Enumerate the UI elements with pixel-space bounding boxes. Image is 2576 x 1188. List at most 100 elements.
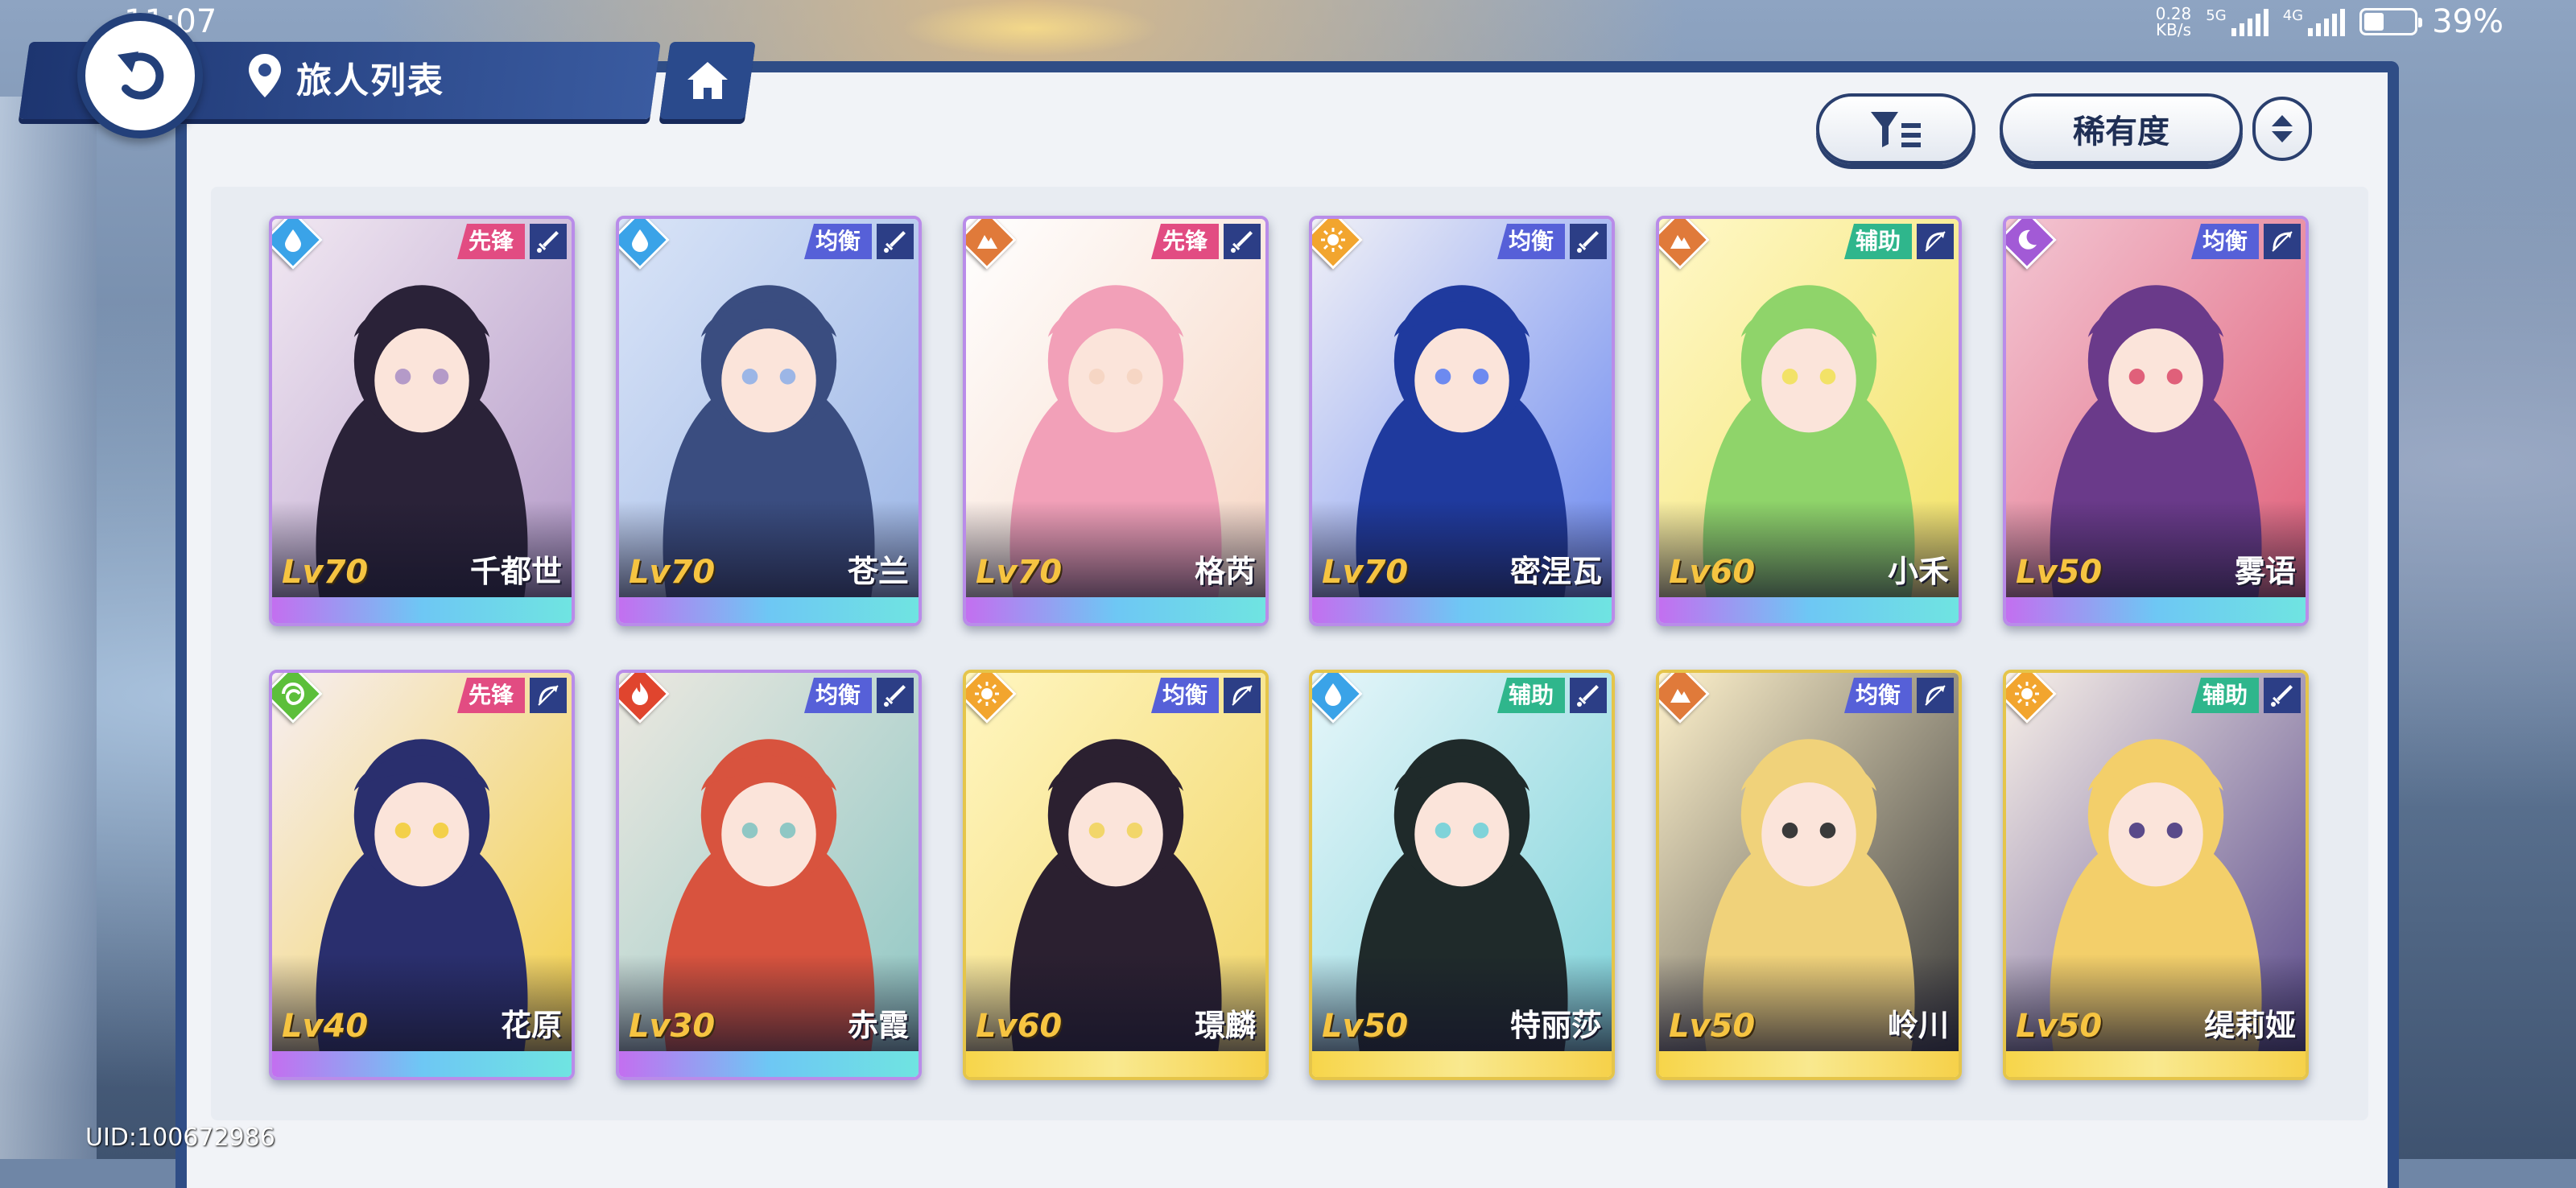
net-speed-value: 0.28 — [2155, 4, 2192, 23]
character-name: 苍兰 — [847, 554, 909, 589]
bow-icon — [2264, 224, 2301, 259]
character-card[interactable]: Lv40 花原 先锋 — [269, 670, 575, 1080]
sword-icon — [877, 224, 914, 259]
character-card[interactable]: Lv70 苍兰 均衡 — [616, 216, 922, 626]
sort-descending-icon — [2272, 131, 2293, 142]
bow-icon — [1224, 678, 1261, 713]
signal-4g-icon: 4G — [2282, 7, 2346, 36]
rarity-bar — [1659, 597, 1959, 623]
character-level: Lv70 — [976, 554, 1063, 591]
role-badge: 辅助 — [1496, 678, 1565, 713]
element-light-icon — [2006, 673, 2057, 724]
character-name: 密涅瓦 — [1509, 554, 1602, 589]
rarity-bar — [1312, 597, 1612, 623]
element-earth-icon — [1659, 673, 1710, 724]
character-level: Lv40 — [282, 1008, 369, 1045]
sword-icon — [1570, 678, 1607, 713]
character-name: 花原 — [500, 1008, 562, 1043]
element-earth-icon — [966, 219, 1017, 270]
page-title: 旅人列表 — [296, 60, 444, 101]
character-name: 缇莉娅 — [2203, 1008, 2296, 1043]
rarity-bar — [619, 1051, 919, 1077]
character-name: 小禾 — [1887, 554, 1949, 589]
role-badge: 均衡 — [803, 678, 872, 713]
rarity-bar — [272, 597, 572, 623]
home-icon — [687, 62, 728, 99]
page-title-group: 旅人列表 — [246, 52, 444, 103]
rarity-bar — [619, 597, 919, 623]
sort-ascending-icon — [2272, 115, 2293, 126]
element-wind-icon — [272, 673, 323, 724]
status-bar-right: 0.28 KB/s 5G 4G 39% — [2156, 3, 2504, 40]
rarity-bar — [2006, 1051, 2306, 1077]
character-level: Lv70 — [1322, 554, 1409, 591]
battery-level: 39% — [2432, 3, 2504, 40]
character-level: Lv60 — [976, 1008, 1063, 1045]
character-card[interactable]: Lv70 千都世 先锋 — [269, 216, 575, 626]
network-label-1: 5G — [2206, 7, 2227, 24]
character-card[interactable]: Lv30 赤霞 均衡 — [616, 670, 922, 1080]
role-badge: 先锋 — [1150, 224, 1219, 259]
home-button[interactable] — [659, 42, 756, 119]
sort-by-rarity-button[interactable]: 稀有度 — [2000, 93, 2243, 164]
character-level: Lv30 — [629, 1008, 716, 1045]
character-name: 格芮 — [1194, 554, 1256, 589]
sword-icon — [1570, 224, 1607, 259]
character-level: Lv50 — [1322, 1008, 1409, 1045]
character-level: Lv70 — [629, 554, 716, 591]
rarity-bar — [966, 597, 1265, 623]
role-badge: 均衡 — [2190, 224, 2259, 259]
back-arrow-icon — [118, 52, 164, 100]
role-badge: 均衡 — [1496, 224, 1565, 259]
bow-icon — [1917, 678, 1954, 713]
bow-icon — [1917, 224, 1954, 259]
rarity-bar — [966, 1051, 1265, 1077]
role-badge: 先锋 — [456, 678, 525, 713]
sword-icon — [530, 224, 567, 259]
character-level: Lv50 — [1669, 1008, 1756, 1045]
sword-icon — [2264, 678, 2301, 713]
character-card[interactable]: Lv50 缇莉娅 辅助 — [2003, 670, 2309, 1080]
rarity-bar — [2006, 597, 2306, 623]
element-light-icon — [1312, 219, 1363, 270]
character-card[interactable]: Lv70 格芮 先锋 — [963, 216, 1269, 626]
bow-icon — [530, 678, 567, 713]
character-card[interactable]: Lv50 特丽莎 辅助 — [1309, 670, 1615, 1080]
background-pillar — [0, 97, 97, 1159]
role-badge: 辅助 — [2190, 678, 2259, 713]
signal-5g-icon: 5G — [2206, 7, 2268, 36]
rarity-bar — [1312, 1051, 1612, 1077]
element-light-icon — [966, 673, 1017, 724]
character-card[interactable]: Lv60 璟麟 均衡 — [963, 670, 1269, 1080]
character-name: 璟麟 — [1194, 1008, 1256, 1043]
back-button[interactable] — [77, 13, 203, 138]
map-pin-icon — [246, 52, 283, 102]
network-label-2: 4G — [2282, 7, 2304, 24]
character-name: 赤霞 — [847, 1008, 909, 1043]
sword-icon — [1224, 224, 1261, 259]
battery-icon — [2359, 8, 2423, 35]
filter-icon — [1871, 112, 1921, 147]
sort-order-button[interactable] — [2252, 97, 2312, 161]
character-name: 雾语 — [2234, 554, 2296, 589]
character-card[interactable]: Lv50 岭川 均衡 — [1656, 670, 1962, 1080]
character-level: Lv50 — [2016, 1008, 2103, 1045]
element-earth-icon — [1659, 219, 1710, 270]
role-badge: 辅助 — [1843, 224, 1912, 259]
character-name: 特丽莎 — [1509, 1008, 1602, 1043]
character-card[interactable]: Lv70 密涅瓦 均衡 — [1309, 216, 1615, 626]
character-level: Lv60 — [1669, 554, 1756, 591]
character-card[interactable]: Lv60 小禾 辅助 — [1656, 216, 1962, 626]
element-water-icon — [272, 219, 323, 270]
net-speed-unit: KB/s — [2156, 20, 2192, 39]
element-dark-icon — [2006, 219, 2057, 270]
character-level: Lv50 — [2016, 554, 2103, 591]
filter-button[interactable] — [1816, 93, 1975, 164]
role-badge: 均衡 — [1150, 678, 1219, 713]
character-name: 岭川 — [1887, 1008, 1949, 1043]
character-card[interactable]: Lv50 雾语 均衡 — [2003, 216, 2309, 626]
element-water-icon — [1312, 673, 1363, 724]
character-name: 千都世 — [469, 554, 562, 589]
user-id: UID:100672986 — [85, 1124, 275, 1152]
element-water-icon — [619, 219, 670, 270]
